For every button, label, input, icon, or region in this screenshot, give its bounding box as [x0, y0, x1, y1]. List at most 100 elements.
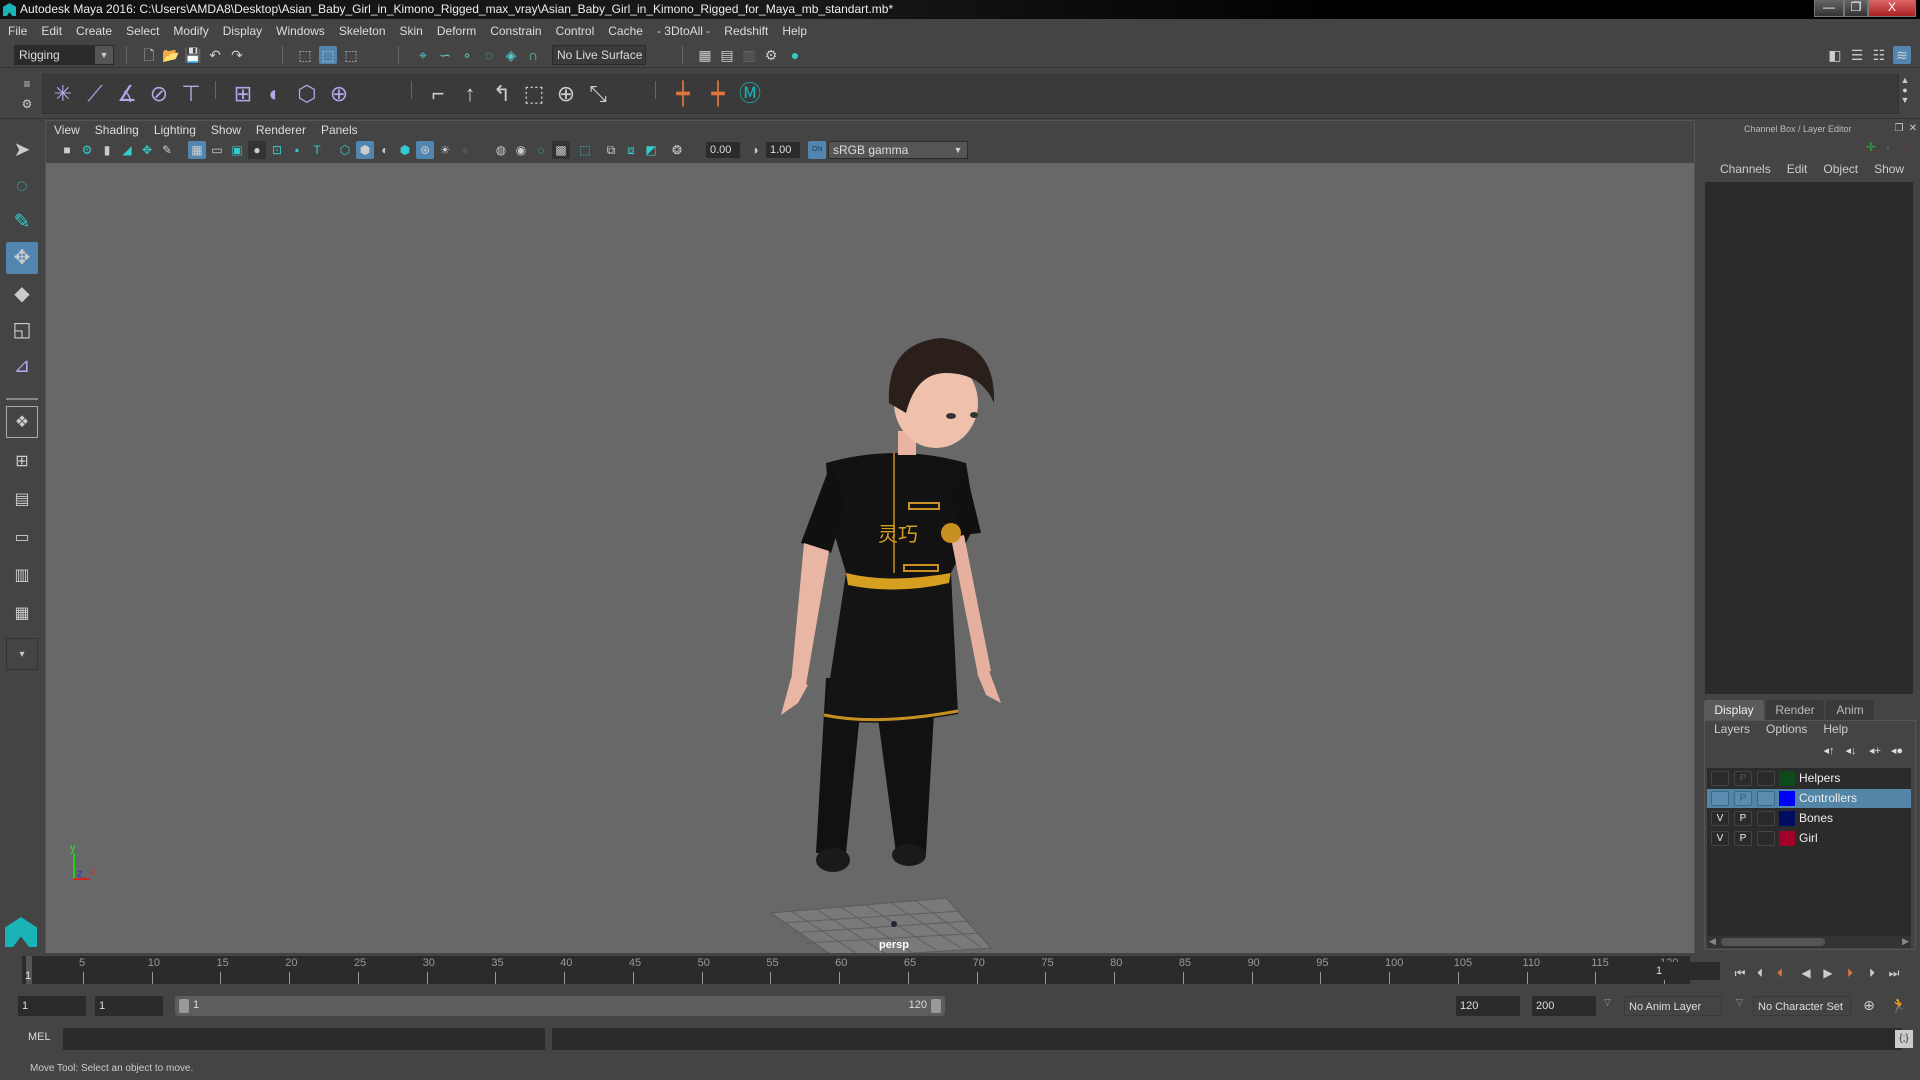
- layer-visibility-toggle[interactable]: [1711, 791, 1729, 806]
- shadows-icon[interactable]: ●: [456, 141, 474, 159]
- open-scene-icon[interactable]: 📂: [162, 46, 180, 64]
- locator-icon[interactable]: ┿: [668, 79, 698, 109]
- menu-display[interactable]: Display: [223, 24, 262, 38]
- end-time-field[interactable]: 200: [1532, 996, 1596, 1016]
- cb-menu-show[interactable]: Show: [1874, 162, 1904, 176]
- command-input[interactable]: [63, 1028, 545, 1050]
- close-button[interactable]: X: [1868, 0, 1916, 17]
- live-surface-field[interactable]: No Live Surface: [552, 45, 646, 65]
- layer-visibility-toggle[interactable]: V: [1711, 811, 1729, 826]
- snap-view-plane-icon[interactable]: ◌: [480, 46, 498, 64]
- blend-shape-icon[interactable]: ◐: [260, 79, 290, 109]
- playback-start-field[interactable]: 1: [95, 996, 163, 1016]
- color-management-toggle[interactable]: ON: [808, 141, 826, 159]
- layer-visibility-toggle[interactable]: [1711, 771, 1729, 786]
- layer-visibility-toggle[interactable]: V: [1711, 831, 1729, 846]
- attribute-editor-icon[interactable]: ☰: [1848, 46, 1866, 64]
- persp-graph-layout-icon[interactable]: ▭: [6, 522, 38, 554]
- hyper-icon[interactable]: ⁄: [1898, 138, 1916, 156]
- menu-deform[interactable]: Deform: [437, 24, 476, 38]
- undo-icon[interactable]: ↶: [206, 46, 224, 64]
- depth-of-field-icon[interactable]: ▩: [552, 141, 570, 159]
- speed-icon[interactable]: ◐: [1880, 138, 1898, 156]
- cb-menu-channels[interactable]: Channels: [1720, 162, 1771, 176]
- layer-display-type-toggle[interactable]: [1757, 771, 1775, 786]
- move-layer-up-icon[interactable]: ◂↑: [1820, 742, 1838, 760]
- lasso-tool-icon[interactable]: ◌: [6, 170, 38, 202]
- menu-help[interactable]: Help: [782, 24, 807, 38]
- move-layer-down-icon[interactable]: ◂↓: [1842, 742, 1860, 760]
- last-tool-icon[interactable]: ⊿: [6, 350, 38, 382]
- save-scene-icon[interactable]: 💾: [184, 46, 202, 64]
- new-layer-icon[interactable]: ◂+: [1866, 742, 1884, 760]
- snap-live-icon[interactable]: ∩: [524, 46, 542, 64]
- character-set-dropdown[interactable]: No Character Set: [1753, 996, 1851, 1016]
- field-chart-icon[interactable]: ⊡: [268, 141, 286, 159]
- parent-constraint-icon[interactable]: ⌐: [423, 79, 453, 109]
- range-start-handle[interactable]: [179, 999, 189, 1013]
- smooth-shade-icon[interactable]: ⬢: [356, 141, 374, 159]
- backface-culling-icon[interactable]: ◩: [642, 141, 660, 159]
- four-view-layout-icon[interactable]: ⊞: [6, 446, 38, 478]
- menu-skeleton[interactable]: Skeleton: [339, 24, 386, 38]
- pole-vector-constraint-icon[interactable]: ⤡: [583, 79, 613, 109]
- tab-display[interactable]: Display: [1704, 700, 1764, 720]
- gamma-icon[interactable]: ◑: [746, 141, 764, 159]
- current-frame-field[interactable]: 1: [1652, 962, 1720, 980]
- play-backwards-icon[interactable]: ◀: [1798, 965, 1814, 981]
- viewport-menu-shading[interactable]: Shading: [95, 123, 139, 137]
- step-back-key-icon[interactable]: ⏴: [1772, 965, 1788, 981]
- shelf-menu-icon[interactable]: ≡: [18, 75, 36, 93]
- 2d-pan-zoom-icon[interactable]: ✥: [138, 141, 156, 159]
- motion-blur-icon[interactable]: ◉: [512, 141, 530, 159]
- menu-3dtoall[interactable]: - 3DtoAll -: [657, 24, 710, 38]
- menu-cache[interactable]: Cache: [608, 24, 643, 38]
- select-by-hierarchy-icon[interactable]: ⬚: [296, 46, 314, 64]
- ik-handle-icon[interactable]: ⟋: [80, 79, 110, 109]
- scale-constraint-icon[interactable]: ⬚: [519, 79, 549, 109]
- anim-layer-dropdown-arrow-icon[interactable]: ▽: [1604, 997, 1611, 1008]
- film-gate-icon[interactable]: ▭: [208, 141, 226, 159]
- single-perspective-layout-icon[interactable]: ❖: [6, 406, 38, 438]
- scale-tool-icon[interactable]: ◱: [6, 314, 38, 346]
- safe-action-icon[interactable]: ▪: [288, 141, 306, 159]
- channel-box-toggle-icon[interactable]: ≋: [1893, 46, 1911, 64]
- viewport-canvas[interactable]: 灵巧 y z x persp: [46, 163, 1694, 953]
- textured-icon[interactable]: ⊛: [416, 141, 434, 159]
- modeling-toolkit-icon[interactable]: ◧: [1826, 46, 1844, 64]
- menu-constrain[interactable]: Constrain: [490, 24, 541, 38]
- layer-color-swatch[interactable]: [1779, 791, 1795, 806]
- range-end-handle[interactable]: [931, 999, 941, 1013]
- go-to-start-icon[interactable]: ⏮: [1732, 965, 1748, 981]
- locator-constraint-icon[interactable]: ┿: [703, 79, 733, 109]
- screen-space-ao-icon[interactable]: ◍: [492, 141, 510, 159]
- snap-curve-icon[interactable]: ∽: [436, 46, 454, 64]
- wireframe-on-shaded-icon[interactable]: ◐: [376, 141, 394, 159]
- menu-file[interactable]: File: [8, 24, 27, 38]
- xray-icon[interactable]: ⬢: [396, 141, 414, 159]
- auto-key-icon[interactable]: ⊕: [1860, 996, 1878, 1014]
- animation-preferences-icon[interactable]: 🏃: [1890, 996, 1908, 1014]
- restore-button[interactable]: ❐: [1844, 0, 1868, 17]
- play-forwards-icon[interactable]: ▶: [1820, 965, 1836, 981]
- paint-select-tool-icon[interactable]: ✎: [6, 206, 38, 238]
- aim-constraint-icon[interactable]: ⊕: [551, 79, 581, 109]
- persp-graph-outliner-layout-icon[interactable]: ▦: [6, 598, 38, 630]
- orient-constraint-icon[interactable]: ↰: [487, 79, 517, 109]
- layer-display-type-toggle[interactable]: [1757, 791, 1775, 806]
- time-slider-track[interactable]: 1 5 10 15 20 25 30 35 40 45 50 55 60 65 70 75 80 85 90 95 1…: [22, 956, 1690, 984]
- layer-playback-toggle[interactable]: P: [1734, 811, 1752, 826]
- menu-control[interactable]: Control: [556, 24, 595, 38]
- viewport-menu-panels[interactable]: Panels: [321, 123, 358, 137]
- scroll-thumb[interactable]: [1721, 938, 1825, 946]
- anti-aliasing-icon[interactable]: ◌: [532, 141, 550, 159]
- persp-outliner-layout-icon[interactable]: ▤: [6, 484, 38, 516]
- layer-row-helpers[interactable]: P Helpers: [1707, 769, 1911, 788]
- menu-create[interactable]: Create: [76, 24, 112, 38]
- render-view-icon[interactable]: ▦: [696, 46, 714, 64]
- layer-row-controllers[interactable]: P Controllers: [1707, 789, 1911, 808]
- menu-select[interactable]: Select: [126, 24, 159, 38]
- lattice-icon[interactable]: ⬡: [292, 79, 322, 109]
- layer-color-swatch[interactable]: [1779, 831, 1795, 846]
- move-tool-icon[interactable]: ✥: [6, 242, 38, 274]
